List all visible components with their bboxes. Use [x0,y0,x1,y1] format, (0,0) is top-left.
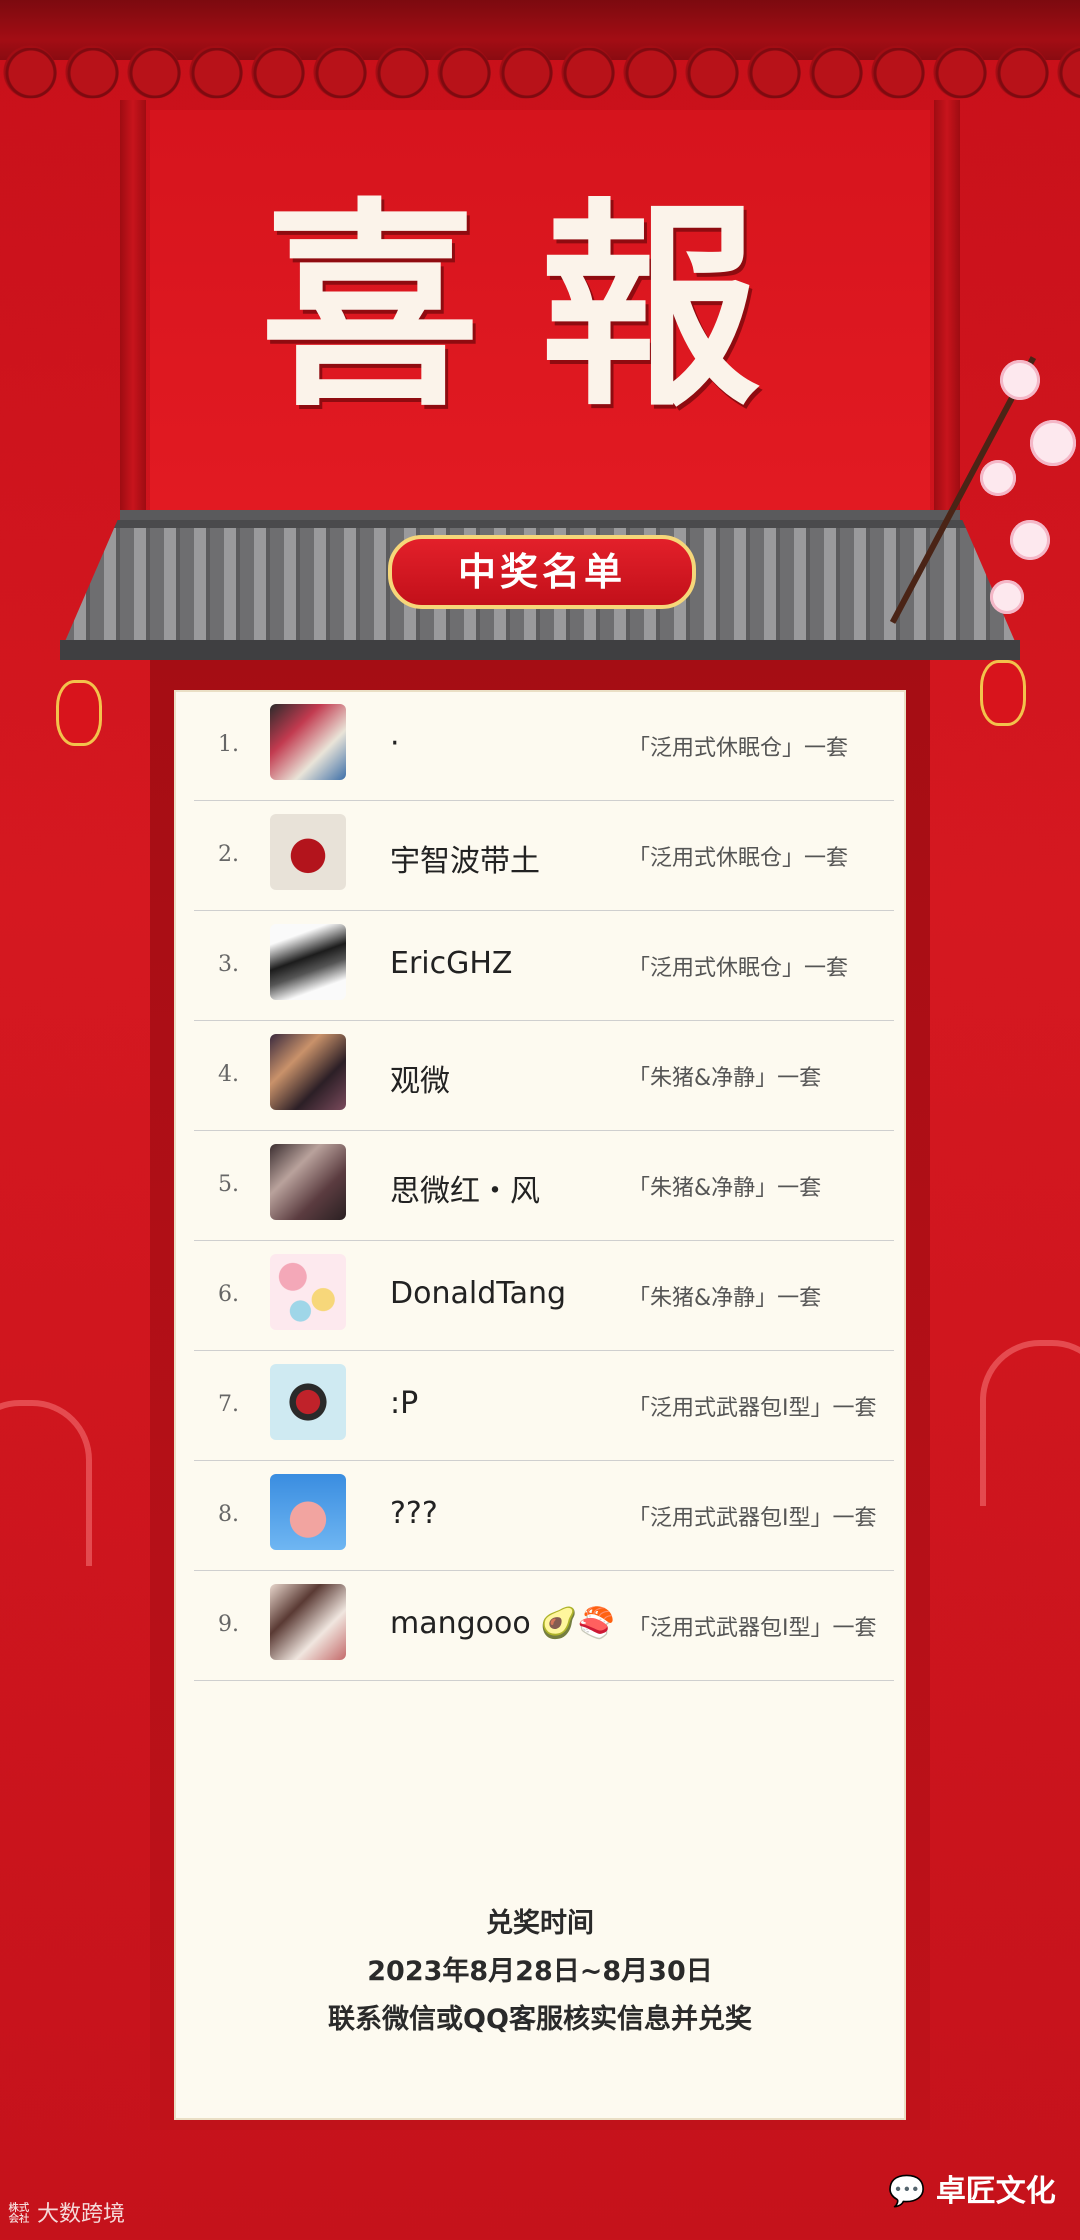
watermark-logo-icon: ㍿ [8,2202,37,2227]
winner-row: 7. :P 「泛用式武器包I型」一套 [194,1350,894,1461]
plum-blossom [1010,520,1050,560]
page-title: 喜報 [259,177,820,436]
winner-row: 2. 宇智波带土 「泛用式休眠仓」一套 [194,800,894,911]
watermark-right: 💬 卓匠文化 [888,2166,1056,2210]
avatar [270,704,346,780]
avatar [270,1254,346,1330]
winner-row: 1. · 「泛用式休眠仓」一套 [194,690,894,801]
winner-nickname: mangooo 🥑🍣 [390,1606,615,1641]
watermark-left-text: 大数跨境 [37,2202,126,2227]
winner-nickname: DonaldTang [390,1276,567,1311]
avatar [270,1144,346,1220]
winner-row: 3. EricGHZ 「泛用式休眠仓」一套 [194,910,894,1021]
winner-prize: 「泛用式休眠仓」一套 [628,956,849,981]
roof-tile-caps [0,48,1080,98]
winner-rank: 9. [218,1612,239,1637]
winner-row: 6. DonaldTang 「朱猪&净静」一套 [194,1240,894,1351]
winner-prize: 「泛用式武器包I型」一套 [628,1506,877,1531]
winner-rank: 6. [218,1282,239,1307]
roof-tiles-top [0,0,1080,120]
winner-rank: 4. [218,1062,239,1087]
winner-rank: 3. [218,952,239,977]
lantern-icon [56,680,102,746]
avatar [270,814,346,890]
plum-blossom [1000,360,1040,400]
winner-row: 4. 观微 「朱猪&净静」一套 [194,1020,894,1131]
winner-rank: 2. [218,842,239,867]
winner-nickname: :P [390,1386,419,1421]
winner-nickname: 观微 [390,1064,450,1099]
wechat-icon: 💬 [888,2174,936,2209]
winner-nickname: · [390,726,400,761]
watermark-left: ㍿ 大数跨境 [8,2196,125,2228]
watermark-right-text: 卓匠文化 [935,2174,1056,2209]
winner-rank: 8. [218,1502,239,1527]
redemption-dates: 2023年8月28日~8月30日 [367,1956,713,1987]
redemption-instructions: 联系微信或QQ客服核实信息并兑奖 [328,2004,752,2035]
winner-prize: 「朱猪&净静」一套 [628,1176,822,1201]
avatar [270,924,346,1000]
winner-prize: 「朱猪&净静」一套 [628,1286,822,1311]
avatar [270,1034,346,1110]
winner-rank: 1. [218,732,239,757]
avatar [270,1474,346,1550]
eave-bottom [60,640,1020,660]
lantern-icon [980,660,1026,726]
winner-prize: 「泛用式休眠仓」一套 [628,736,849,761]
avatar [270,1584,346,1660]
avatar [270,1364,346,1440]
plum-blossom [1030,420,1076,466]
plum-blossom [990,580,1024,614]
redemption-title: 兑奖时间 [486,1908,594,1939]
winner-row: 8. ??? 「泛用式武器包I型」一套 [194,1460,894,1571]
redemption-info: 兑奖时间 2023年8月28日~8月30日 联系微信或QQ客服核实信息并兑奖 [174,1900,906,2044]
winner-prize: 「朱猪&净静」一套 [628,1066,822,1091]
winner-prize: 「泛用式武器包I型」一套 [628,1616,877,1641]
winner-rank: 7. [218,1392,239,1417]
winner-nickname: 宇智波带土 [390,844,540,879]
cloud-curl [980,1340,1080,1506]
winner-row: 9. mangooo 🥑🍣 「泛用式武器包I型」一套 [194,1570,894,1681]
winner-nickname: 思微红・风 [390,1174,540,1209]
winner-nickname: ??? [390,1496,438,1531]
winner-row: 5. 思微红・风 「朱猪&净静」一套 [194,1130,894,1241]
cloud-curl [0,1400,92,1566]
winner-rank: 5. [218,1172,239,1197]
winner-prize: 「泛用式武器包I型」一套 [628,1396,877,1421]
winner-list-banner: 中奖名单 [388,535,696,609]
plum-blossom [980,460,1016,496]
winner-nickname: EricGHZ [390,946,513,981]
winner-prize: 「泛用式休眠仓」一套 [628,846,849,871]
